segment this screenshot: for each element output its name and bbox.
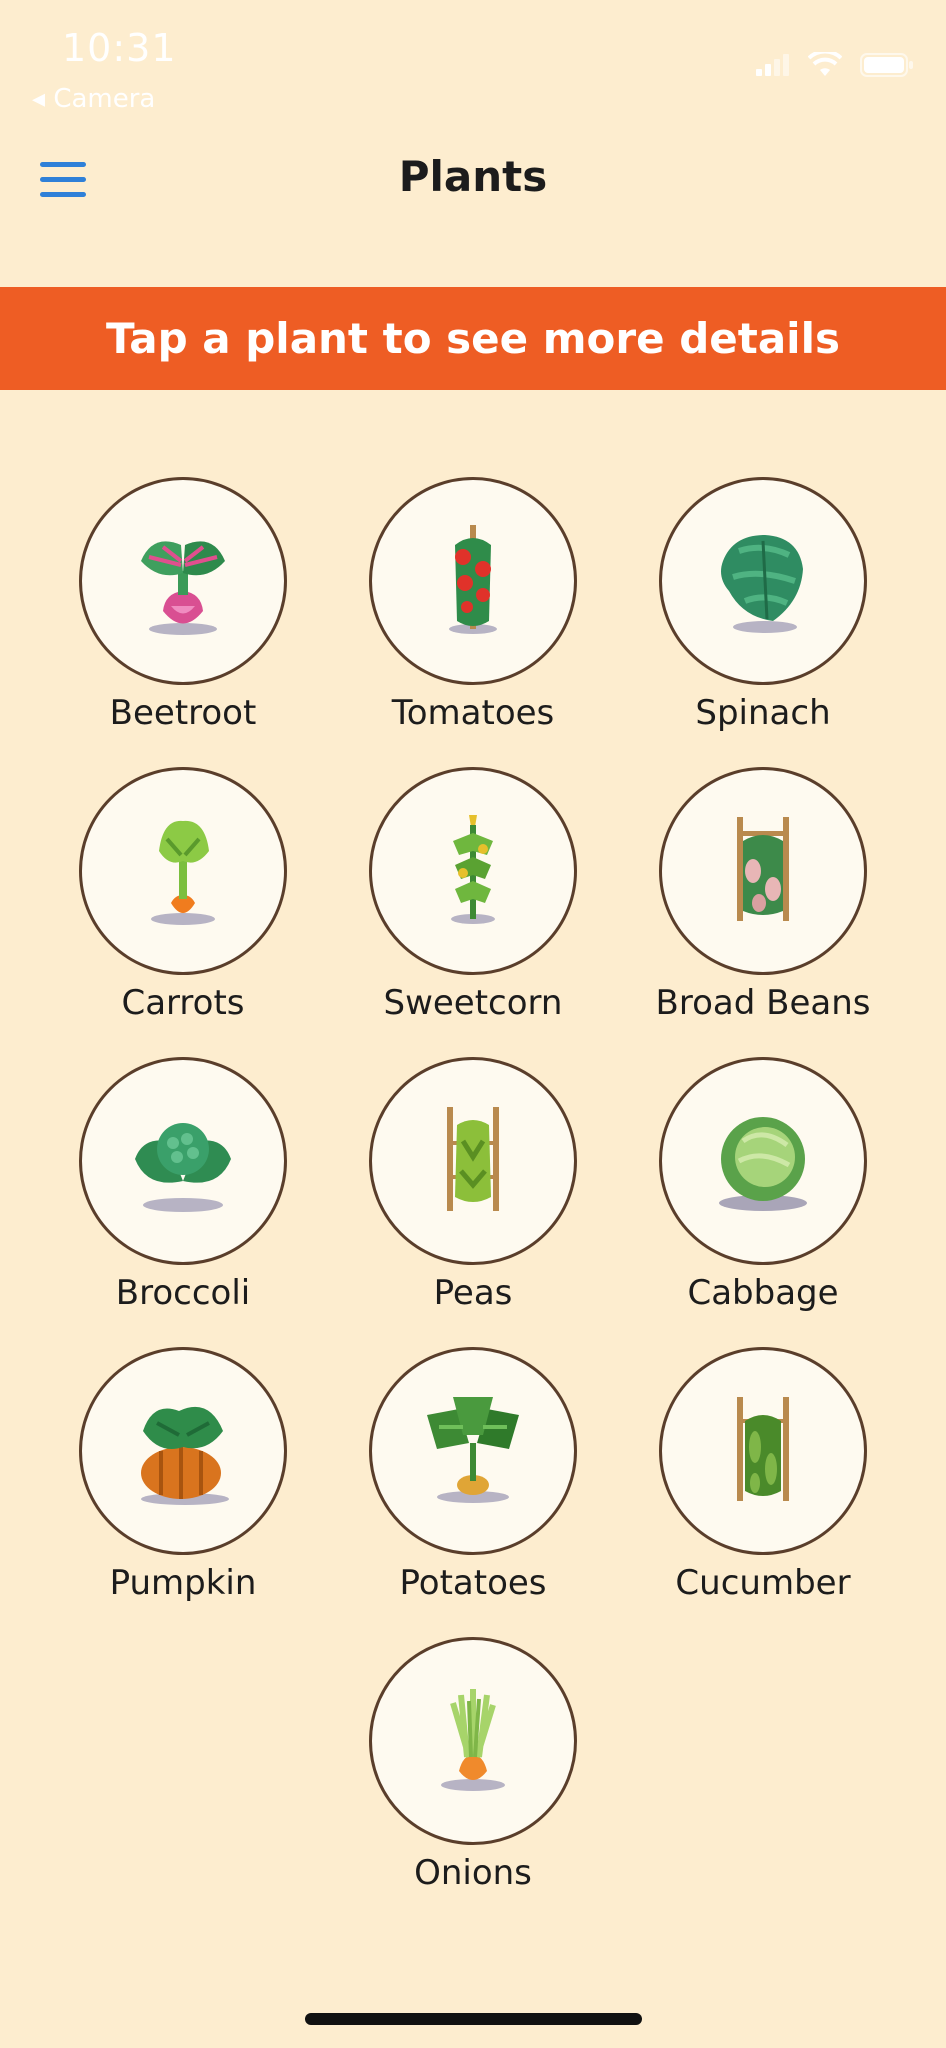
- carrot-icon: [151, 820, 215, 925]
- broccoli-icon: [135, 1123, 231, 1212]
- plant-tomatoes[interactable]: Tomatoes: [328, 477, 618, 733]
- cucumber-icon: [737, 1397, 789, 1501]
- instruction-banner: Tap a plant to see more details: [0, 287, 946, 390]
- spinach-icon: [721, 535, 803, 633]
- plant-label: Sweetcorn: [383, 983, 563, 1023]
- potato-plant-icon: [427, 1397, 519, 1503]
- plant-label: Spinach: [695, 693, 831, 733]
- plant-label: Broad Beans: [655, 983, 871, 1023]
- signal-icon: [756, 54, 789, 76]
- onion-icon: [441, 1689, 505, 1791]
- peas-icon: [447, 1107, 499, 1211]
- battery-icon: [860, 53, 913, 77]
- sweetcorn-icon: [451, 815, 495, 924]
- status-icons: [756, 52, 914, 78]
- plant-label: Tomatoes: [391, 693, 555, 733]
- wifi-icon: [808, 52, 842, 76]
- plant-broccoli[interactable]: Broccoli: [38, 1057, 328, 1313]
- plant-sweetcorn[interactable]: Sweetcorn: [328, 767, 618, 1023]
- plant-label: Carrots: [121, 983, 245, 1023]
- pumpkin-icon: [141, 1406, 229, 1505]
- plant-pumpkin[interactable]: Pumpkin: [38, 1347, 328, 1603]
- plant-label: Potatoes: [399, 1563, 547, 1603]
- plant-label: Broccoli: [115, 1273, 251, 1313]
- plant-broad-beans[interactable]: Broad Beans: [618, 767, 908, 1023]
- plant-label: Cucumber: [675, 1563, 851, 1603]
- plant-spinach[interactable]: Spinach: [618, 477, 908, 733]
- banner-text: Tap a plant to see more details: [106, 314, 840, 363]
- plant-label: Beetroot: [109, 693, 257, 733]
- page-title: Plants: [398, 152, 548, 201]
- broad-beans-icon: [737, 817, 789, 921]
- plant-label: Cabbage: [687, 1273, 839, 1313]
- beetroot-icon: [141, 541, 225, 635]
- plant-cucumber[interactable]: Cucumber: [618, 1347, 908, 1603]
- plant-beetroot[interactable]: Beetroot: [38, 477, 328, 733]
- status-time: 10:31: [62, 26, 177, 70]
- plant-potatoes[interactable]: Potatoes: [328, 1347, 618, 1603]
- plant-carrots[interactable]: Carrots: [38, 767, 328, 1023]
- tomato-plant-icon: [449, 525, 497, 634]
- plant-label: Onions: [414, 1853, 532, 1893]
- plant-onions[interactable]: Onions: [328, 1637, 618, 1893]
- home-indicator[interactable]: [305, 2013, 642, 2025]
- plant-label: Pumpkin: [109, 1563, 257, 1603]
- plant-cabbage[interactable]: Cabbage: [618, 1057, 908, 1313]
- back-to-camera-link[interactable]: ◂ Camera: [32, 84, 155, 114]
- plant-label: Peas: [433, 1273, 513, 1313]
- plant-peas[interactable]: Peas: [328, 1057, 618, 1313]
- cabbage-icon: [719, 1117, 807, 1211]
